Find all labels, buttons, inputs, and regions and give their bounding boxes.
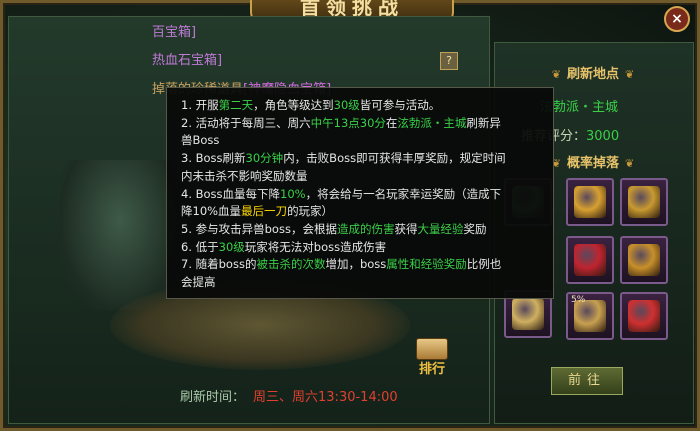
- rule-line: 1. 开服第二天，角色等级达到30级皆可参与活动。: [181, 98, 441, 112]
- drop-item-row: 热血石宝箱]: [152, 53, 223, 68]
- rank-label: 排行: [418, 362, 445, 377]
- rule-line: 7. 随着boss的被击杀的次数增加，boss属性和经验奖励比例也: [181, 257, 502, 272]
- rule-line: 4. Boss血量每下降10%，将会给与一名玩家幸运奖励（造成下: [181, 186, 502, 201]
- rating-value: 3000: [586, 129, 620, 144]
- rank-button[interactable]: 排行: [414, 338, 450, 377]
- rule-line: 降10%血量最后一刀的玩家）: [181, 204, 334, 219]
- rank-scroll-icon: [416, 338, 448, 360]
- ornate-chest-icon: [574, 186, 606, 218]
- gold-coin-icon: [628, 244, 660, 276]
- red-gem-icon: [574, 244, 606, 276]
- rule-line: 6. 低于30级玩家将无法对boss造成伤害: [181, 239, 387, 254]
- help-icon[interactable]: ?: [440, 52, 458, 70]
- blue-chest-icon: [628, 186, 660, 218]
- drop-chance-label: 5%: [571, 295, 586, 305]
- scene-rock: [60, 160, 180, 310]
- refresh-time-label: 刷新时间：: [180, 390, 246, 405]
- drop-slot[interactable]: [566, 178, 614, 226]
- close-button[interactable]: ×: [664, 6, 690, 32]
- rule-line: 内未击杀不影响奖励数量: [181, 168, 308, 183]
- rule-line: 会提高: [181, 275, 216, 290]
- ornament-icon: ❦: [551, 68, 561, 81]
- refresh-time: 刷新时间： 周三、周六13:30-14:00: [180, 386, 398, 405]
- rule-line: 兽Boss: [181, 133, 220, 148]
- drop-slot[interactable]: [620, 178, 668, 226]
- rule-line: 5. 参与攻击异兽boss，会根据造成的伤害获得大量经验奖励: [181, 221, 487, 236]
- go-button[interactable]: 前往: [551, 367, 623, 395]
- drop-slot[interactable]: [620, 292, 668, 340]
- tome-icon: [512, 298, 544, 330]
- drop-item-row: 百宝箱]: [152, 25, 197, 40]
- rules-tooltip: 1. 开服第二天，角色等级达到30级皆可参与活动。 2. 活动将于每周三、周六中…: [166, 87, 554, 299]
- drop-slot[interactable]: [566, 236, 614, 284]
- refresh-time-value: 周三、周六13:30-14:00: [253, 390, 398, 405]
- ornament-icon: ❦: [625, 157, 635, 170]
- drop-slot[interactable]: 5%: [566, 292, 614, 340]
- red-gift-box-icon: [628, 300, 660, 332]
- ornament-icon: ❦: [625, 68, 635, 81]
- rule-line: 2. 活动将于每周三、周六中午13点30分在泫勃派・主城刷新异: [181, 115, 501, 130]
- drop-slot[interactable]: [620, 236, 668, 284]
- refresh-location-title: ❦ 刷新地点 ❦: [551, 67, 635, 82]
- rule-line: 3. Boss刷新30分钟内，击败Boss即可获得丰厚奖励，规定时间: [181, 151, 506, 166]
